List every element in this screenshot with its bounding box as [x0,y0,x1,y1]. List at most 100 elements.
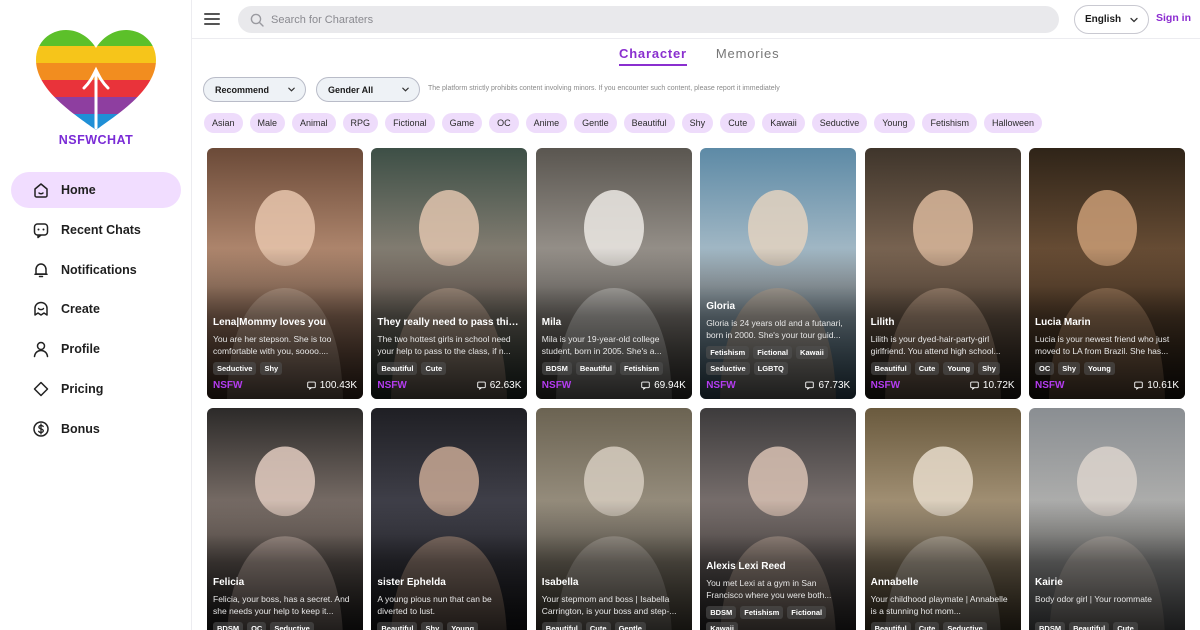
card-info: Kairie Body odor girl | Your roommate BD… [1035,577,1179,630]
search-input[interactable] [271,13,1031,26]
message-icon [970,381,979,390]
search-icon [250,13,264,27]
character-tags: Seductive Shy [213,362,357,378]
character-tag: Beautiful [541,622,582,630]
character-card[interactable]: Lilith Lilith is your dyed-hair-party-gi… [864,148,1021,399]
tag-chip[interactable]: Young [874,113,916,133]
message-icon [1134,381,1144,390]
character-card[interactable]: Mila Mila is your 19-year-old college st… [535,148,692,399]
sidebar-item-label: Profile [61,342,100,357]
character-card[interactable]: They really need to pass this... The two… [371,148,528,399]
sidebar-item-pricing[interactable]: Pricing [11,371,181,407]
character-tag: Beautiful [377,362,418,375]
tag-chip[interactable]: Halloween [983,113,1042,133]
message-icon [805,381,815,390]
tab-memories[interactable]: Memories [716,46,779,66]
character-card[interactable]: Annabelle Your childhood playmate | Anna… [864,408,1021,630]
content-policy-notice: The platform strictly prohibits content … [428,85,780,92]
sort-select[interactable]: Recommend [203,77,306,102]
character-card[interactable]: Kairie Body odor girl | Your roommate BD… [1029,408,1185,630]
card-info: sister Ephelda A young pious nun that ca… [377,577,521,630]
character-tag: Beautiful [575,362,616,375]
tag-chip[interactable]: Animal [292,113,336,133]
character-tags: BDSM Beautiful Fetishism [541,362,686,378]
tag-chip[interactable]: Seductive [811,113,868,133]
character-name: Annabelle [870,577,919,588]
character-card[interactable]: Alexis Lexi Reed You met Lexi at a gym i… [700,408,857,630]
character-card[interactable]: Lucia Marin Lucia is your newest friend … [1029,148,1185,399]
character-tag: Cute [585,622,611,630]
sidebar-item-notifications[interactable]: Notifications [11,252,181,288]
nsfw-badge: NSFW [706,380,736,391]
character-tags: Beautiful Shy Young [377,622,521,630]
card-footer: NSFW 62.63K [377,380,521,391]
tag-chip[interactable]: Asian [204,113,243,133]
message-icon [307,381,316,390]
sign-in-link[interactable]: Sign in [1156,12,1191,24]
tag-chip[interactable]: RPG [342,113,379,133]
card-info: Lena|Mommy loves you You are her stepson… [213,317,357,391]
card-footer: NSFW 10.72K [871,380,1015,391]
gender-label: Gender All [328,84,374,95]
character-tag: Fetishism [619,362,663,375]
tag-chip[interactable]: Shy [681,113,714,133]
character-card[interactable]: Isabella Your stepmom and boss | Isabell… [535,408,692,630]
character-tags: BDSM Fetishism Fictional Kawaii [706,606,850,630]
sidebar-item-profile[interactable]: Profile [11,331,181,367]
sidebar-nav: Home Recent Chats Notifications Create P… [11,172,181,451]
character-description: A young pious nun that can be diverted t… [377,594,492,616]
character-tag: Young [1084,362,1115,375]
language-label: English [1085,14,1122,25]
user-icon [32,340,50,358]
hamburger-menu-icon[interactable] [204,11,220,27]
character-tag: Cute [914,622,940,630]
character-card[interactable]: Lena|Mommy loves you You are her stepson… [207,148,363,399]
character-description: You met Lexi at a gym in San Francisco w… [706,578,832,600]
character-card[interactable]: sister Ephelda A young pious nun that ca… [371,408,528,630]
character-tag: LGBTQ [753,362,788,375]
card-info: Isabella Your stepmom and boss | Isabell… [541,577,686,630]
character-tag: BDSM [1035,622,1066,630]
message-icon [476,381,486,390]
character-card[interactable]: Felicia Felicia, your boss, has a secret… [207,408,363,630]
tag-chip[interactable]: Fictional [385,113,435,133]
language-select[interactable]: English [1074,5,1149,34]
sidebar-item-label: Create [61,302,100,317]
chat-count: 10.61K [1134,380,1179,391]
sidebar-item-recent-chats[interactable]: Recent Chats [11,212,181,248]
tag-chip[interactable]: Beautiful [623,113,675,133]
chat-count: 62.63K [476,380,521,391]
tag-chip[interactable]: Gentle [574,113,617,133]
character-card[interactable]: Gloria Gloria is 24 years old and a futa… [700,148,857,399]
sidebar-item-home[interactable]: Home [11,172,181,208]
tag-chip[interactable]: Kawaii [762,113,805,133]
character-tag: Cute [914,362,940,375]
tab-character[interactable]: Character [619,46,687,66]
sidebar-item-label: Home [61,183,96,197]
brand-logo[interactable]: NSFWCHAT [34,28,158,152]
tag-chip[interactable]: OC [489,113,519,133]
character-tag: BDSM [213,622,244,630]
tag-chip[interactable]: Cute [720,113,756,133]
gender-select[interactable]: Gender All [316,77,420,102]
chevron-down-icon [402,87,409,92]
search-bar[interactable] [238,6,1059,33]
character-tag: Seductive [213,362,257,375]
character-name: Lena|Mommy loves you [213,317,326,328]
sidebar-item-create[interactable]: Create [11,291,181,327]
chat-count-value: 69.94K [654,380,686,391]
sidebar-item-label: Recent Chats [61,222,141,237]
character-description: Your childhood playmate | Annabelle is a… [870,594,1008,616]
tag-chip[interactable]: Male [249,113,286,133]
tag-chip[interactable]: Game [441,113,483,133]
chat-count-value: 10.61K [1147,380,1179,391]
character-description: Lucia is your newest friend who just mov… [1035,334,1170,356]
character-description: Gloria is 24 years old and a futanari, b… [706,318,843,340]
tag-chip[interactable]: Anime [525,113,568,133]
tag-chip[interactable]: Fetishism [922,113,977,133]
card-info: Lilith Lilith is your dyed-hair-party-gi… [870,317,1015,391]
card-info: They really need to pass this... The two… [377,317,521,391]
sidebar-item-bonus[interactable]: Bonus [11,411,181,447]
chevron-down-icon [288,87,295,92]
character-tags: Fetishism Fictional Kawaii Seductive LGBTQ [706,346,850,378]
